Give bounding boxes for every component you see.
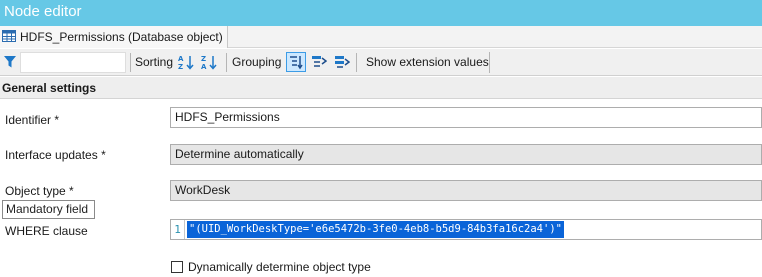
show-extension-values-label: Show extension values [366,55,489,69]
filter-input[interactable] [20,52,126,73]
grouping-label: Grouping [232,55,282,69]
identifier-label: Identifier * [5,113,60,127]
svg-text:Z: Z [178,63,183,70]
toolbar-separator [130,53,131,72]
object-type-label: Object type * [5,184,74,198]
interface-updates-field[interactable]: Determine automatically [170,144,762,165]
where-clause-editor[interactable]: 1 "(UID_WorkDeskType='e6e5472b-3fe0-4eb8… [170,219,762,240]
window-title-bar: Node editor [0,0,762,26]
group-expand-button[interactable] [309,52,329,72]
interface-updates-value: Determine automatically [175,147,304,161]
svg-text:A: A [178,55,184,63]
object-tab-label: HDFS_Permissions (Database object) [20,30,223,44]
svg-text:A: A [201,63,207,70]
line-number: 1 [171,220,185,239]
group-collapse-button[interactable] [332,52,352,72]
dynamic-object-type-checkbox[interactable] [171,261,183,273]
tooltip-text: Mandatory field [6,202,89,216]
dynamic-object-type-option[interactable]: Dynamically determine object type [171,260,371,274]
sort-ascending-button[interactable]: A Z [177,52,197,72]
filter-icon[interactable] [1,53,19,71]
svg-text:Z: Z [201,55,206,63]
object-type-value: WorkDesk [175,183,231,197]
toolbar: Sorting A Z Z A Grouping Show extension … [0,49,762,76]
table-icon [1,28,17,47]
interface-updates-label: Interface updates * [5,148,106,162]
object-tab-bar: HDFS_Permissions (Database object) [0,26,762,48]
identifier-field[interactable]: HDFS_Permissions [170,107,762,128]
toolbar-separator [226,53,227,72]
section-header[interactable]: General settings [0,77,762,99]
tooltip: Mandatory field [2,200,95,219]
where-clause-code[interactable]: "(UID_WorkDeskType='e6e5472b-3fe0-4eb8-b… [187,221,564,238]
toolbar-separator [356,53,357,72]
object-type-field[interactable]: WorkDesk [170,180,762,201]
dynamic-object-type-label: Dynamically determine object type [188,260,371,274]
where-clause-label: WHERE clause [5,224,88,238]
sort-descending-button[interactable]: Z A [200,52,220,72]
object-tab[interactable]: HDFS_Permissions (Database object) [0,26,228,48]
show-extension-values-button[interactable]: Show extension values [361,52,490,73]
sorting-label: Sorting [135,55,174,69]
window-title: Node editor [4,3,82,20]
section-title: General settings [2,81,97,95]
group-by-category-button[interactable] [286,52,306,72]
identifier-value: HDFS_Permissions [175,110,280,124]
